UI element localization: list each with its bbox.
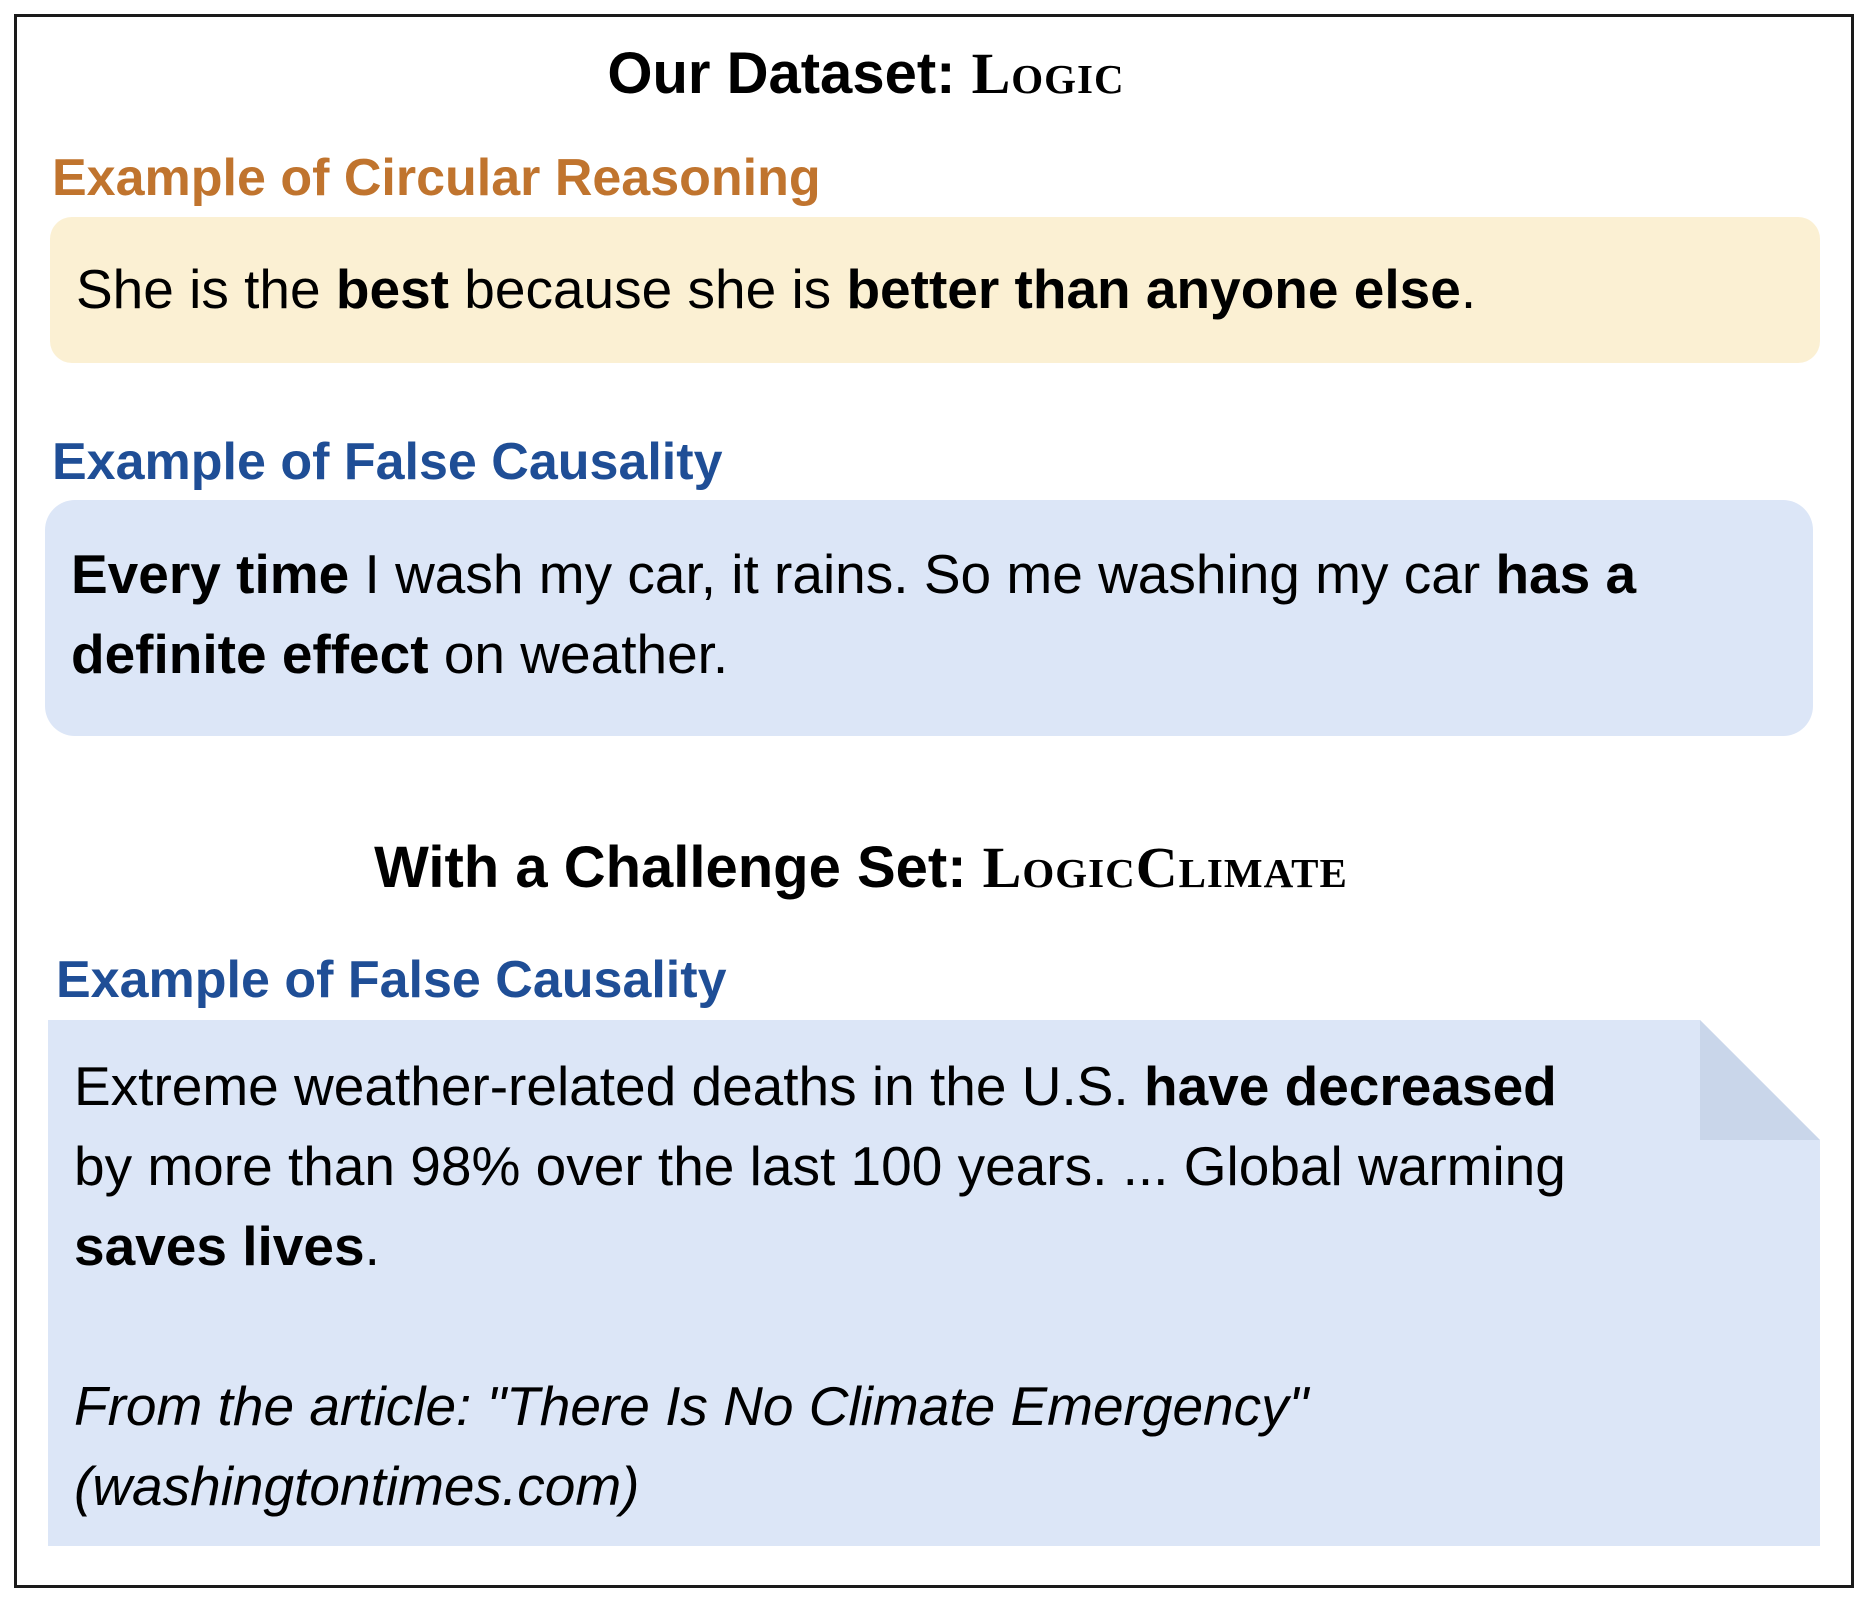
example2-text: Every time I wash my car, it rains. So m… — [71, 534, 1789, 694]
example3-box: Extreme weather-related deaths in the U.… — [48, 1020, 1820, 1546]
body-text: on weather. — [428, 623, 729, 685]
example3-source-line2: (washingtontimes.com) — [74, 1455, 640, 1517]
example2-label: Example of False Causality — [52, 433, 723, 491]
emphasis-text: saves lives — [74, 1215, 365, 1277]
emphasis-text: best — [335, 258, 449, 320]
challenge-heading-prefix: With a Challenge Set: — [374, 835, 983, 900]
body-text: She is the — [76, 258, 336, 320]
example3-source: From the article: "There Is No Climate E… — [74, 1366, 1796, 1526]
body-text: Extreme weather-related deaths in the U.… — [74, 1055, 1144, 1117]
example3-label: Example of False Causality — [56, 951, 727, 1009]
body-text: by more than 98% over the last 100 years… — [74, 1135, 1566, 1197]
dataset-heading-prefix: Our Dataset: — [607, 41, 972, 106]
dataset-name: Logic — [971, 41, 1125, 106]
challenge-set-name: LogicClimate — [982, 835, 1348, 900]
dataset-heading: Our Dataset: Logic — [0, 40, 1872, 107]
body-text: because she is — [448, 258, 847, 320]
body-text: . — [364, 1215, 380, 1277]
example2-box: Every time I wash my car, it rains. So m… — [45, 500, 1813, 736]
body-text: I wash my car, it rains. So me washing m… — [349, 543, 1496, 605]
example3-source-line1: From the article: "There Is No Climate E… — [74, 1375, 1309, 1437]
example1-label: Example of Circular Reasoning — [52, 149, 821, 207]
body-text: . — [1460, 258, 1477, 320]
emphasis-text: better than anyone else — [846, 258, 1461, 320]
emphasis-text: have decreased — [1143, 1055, 1557, 1117]
emphasis-text: Every time — [71, 543, 350, 605]
example3-text: Extreme weather-related deaths in the U.… — [74, 1046, 1796, 1286]
example1-text: She is the best because she is better th… — [76, 249, 1796, 329]
example1-box: She is the best because she is better th… — [50, 217, 1820, 363]
challenge-heading: With a Challenge Set: LogicClimate — [0, 834, 1872, 901]
